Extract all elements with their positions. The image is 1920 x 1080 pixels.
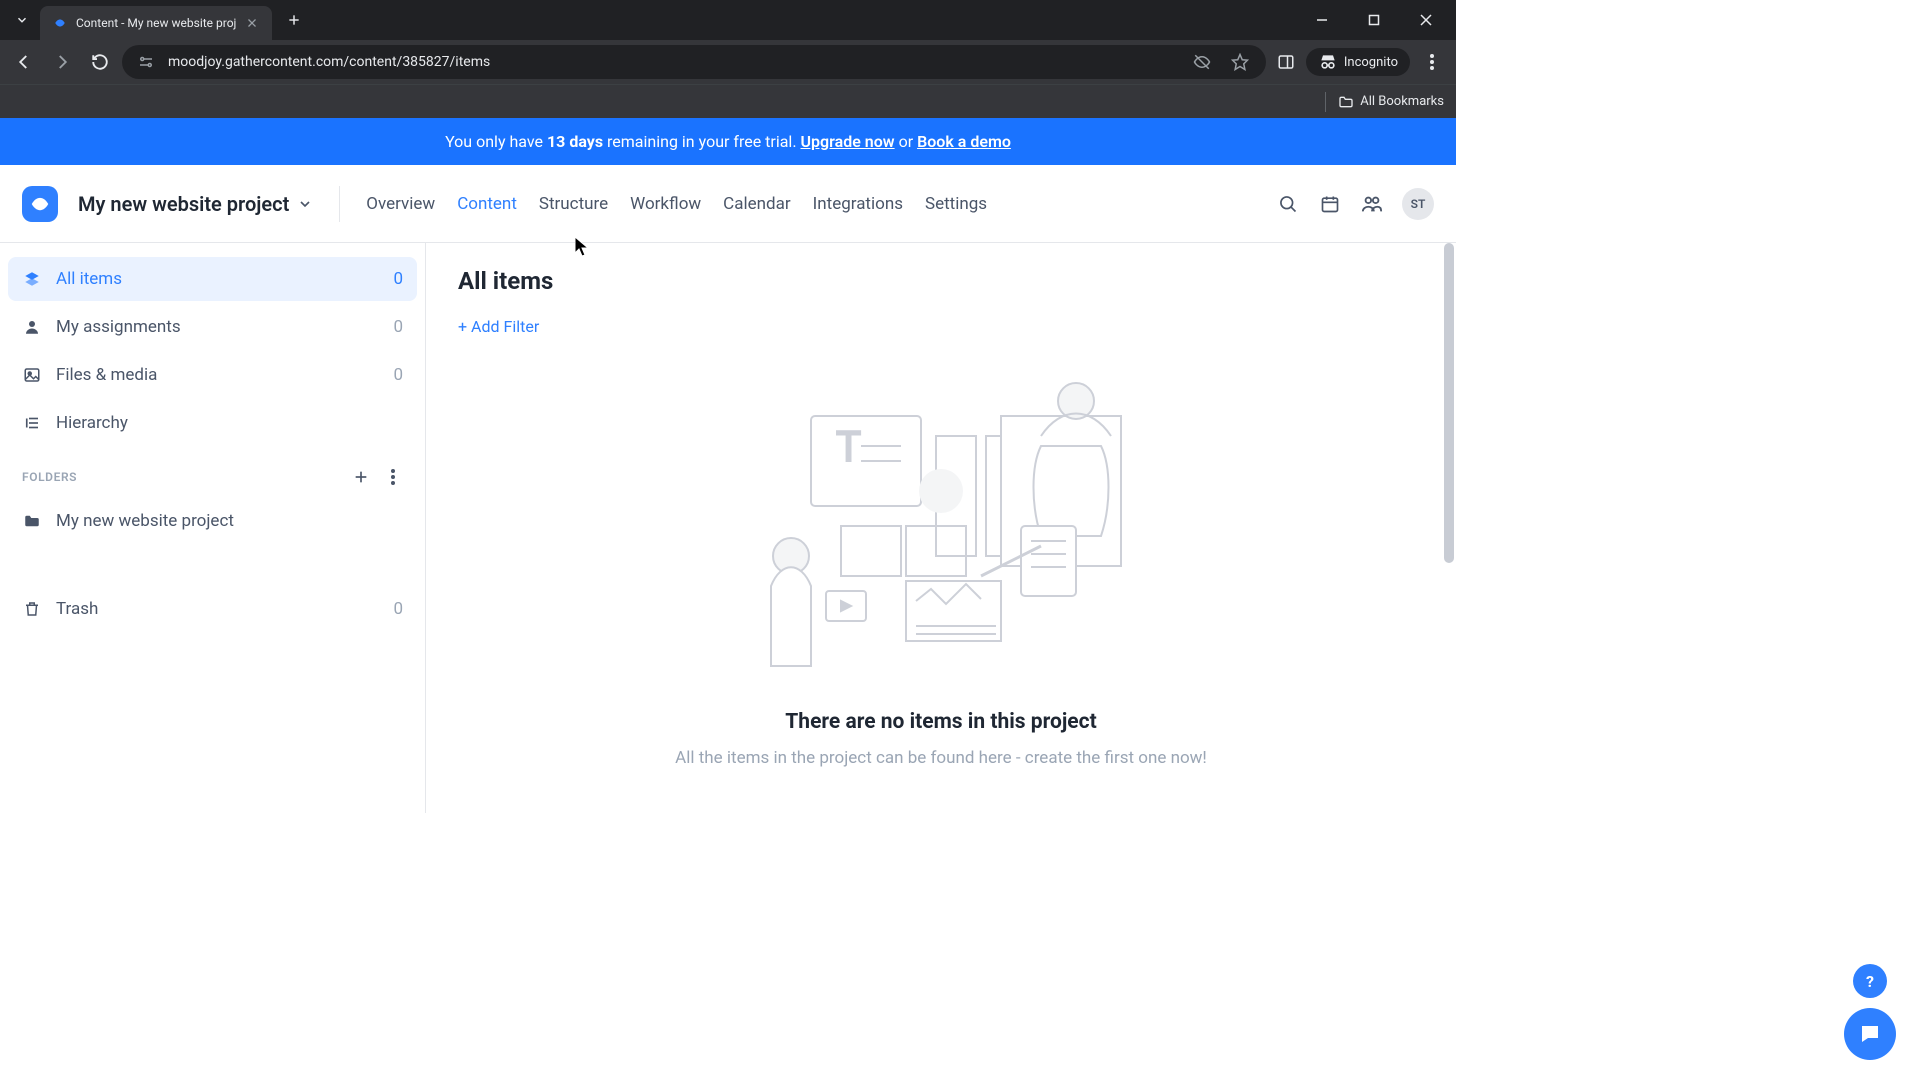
empty-state-title: There are no items in this project <box>785 710 1096 734</box>
folders-label: FOLDERS <box>22 470 77 484</box>
sidebar-item-count: 0 <box>393 269 403 289</box>
sidebar-trash-count: 0 <box>393 599 403 619</box>
nav-tabs: Overview Content Structure Workflow Cale… <box>366 194 987 214</box>
close-icon[interactable] <box>244 15 260 31</box>
sidebar-folders-header: FOLDERS <box>8 449 417 495</box>
tabs-dropdown[interactable] <box>8 6 36 34</box>
tab-bar: Content - My new website proj <box>0 0 1456 40</box>
url-text: moodjoy.gathercontent.com/content/385827… <box>168 54 1178 70</box>
tab-workflow[interactable]: Workflow <box>630 194 701 214</box>
search-icon[interactable] <box>1276 192 1300 216</box>
folder-icon <box>1338 94 1354 110</box>
header-divider <box>339 186 340 222</box>
browser-menu-button[interactable] <box>1416 46 1448 78</box>
sidebar: All items 0 My assignments 0 Files & med… <box>0 243 426 813</box>
incognito-icon <box>1318 52 1338 72</box>
eye-off-icon[interactable] <box>1188 48 1216 76</box>
header-actions: ST <box>1276 188 1434 220</box>
browser-tab[interactable]: Content - My new website proj <box>40 6 272 40</box>
help-fab-group: ? <box>1844 964 1896 1060</box>
people-icon[interactable] <box>1360 192 1384 216</box>
address-bar-row: moodjoy.gathercontent.com/content/385827… <box>0 40 1456 84</box>
window-controls <box>1300 4 1448 36</box>
app-header: My new website project Overview Content … <box>0 165 1456 243</box>
site-info-icon[interactable] <box>134 50 158 74</box>
sidebar-item-files-media[interactable]: Files & media 0 <box>8 353 417 397</box>
tab-favicon-icon <box>52 15 68 31</box>
app-body: All items 0 My assignments 0 Files & med… <box>0 243 1456 813</box>
sidebar-item-count: 0 <box>393 365 403 385</box>
sidebar-item-label: Hierarchy <box>56 413 128 433</box>
banner-days: 13 days <box>547 132 603 151</box>
add-filter-button[interactable]: + Add Filter <box>458 317 539 336</box>
svg-text:T: T <box>836 423 861 472</box>
sidebar-item-all-items[interactable]: All items 0 <box>8 257 417 301</box>
banner-middle: remaining in your free trial. <box>603 132 800 151</box>
add-folder-button[interactable] <box>351 467 371 487</box>
image-icon <box>22 365 42 385</box>
tab-calendar[interactable]: Calendar <box>723 194 790 214</box>
empty-state-illustration: T <box>741 376 1141 686</box>
folder-menu-button[interactable] <box>383 467 403 487</box>
bookmark-star-icon[interactable] <box>1226 48 1254 76</box>
user-avatar[interactable]: ST <box>1402 188 1434 220</box>
back-button[interactable] <box>8 46 40 78</box>
sidebar-item-trash[interactable]: Trash 0 <box>8 587 417 631</box>
new-tab-button[interactable] <box>280 6 308 34</box>
forward-button[interactable] <box>46 46 78 78</box>
app-logo[interactable] <box>22 186 58 222</box>
bookmarks-divider <box>1325 92 1326 112</box>
person-icon <box>22 317 42 337</box>
sidebar-item-label: Files & media <box>56 365 157 385</box>
sidebar-item-label: All items <box>56 269 122 289</box>
banner-or: or <box>895 132 917 151</box>
incognito-label: Incognito <box>1344 55 1398 70</box>
sidebar-item-label: My assignments <box>56 317 181 337</box>
book-demo-link[interactable]: Book a demo <box>917 132 1011 151</box>
sidebar-item-count: 0 <box>393 317 403 337</box>
trial-banner: You only have 13 days remaining in your … <box>0 118 1456 165</box>
sidebar-folder-item[interactable]: My new website project <box>8 499 417 543</box>
address-bar[interactable]: moodjoy.gathercontent.com/content/385827… <box>122 45 1266 79</box>
incognito-indicator[interactable]: Incognito <box>1306 48 1410 76</box>
scrollbar-thumb[interactable] <box>1444 243 1454 563</box>
main-content: All items + Add Filter T <box>426 243 1456 813</box>
stack-icon <box>22 269 42 289</box>
empty-state-subtitle: All the items in the project can be foun… <box>675 748 1207 768</box>
reload-button[interactable] <box>84 46 116 78</box>
hierarchy-icon <box>22 413 42 433</box>
project-name: My new website project <box>78 192 289 216</box>
tab-integrations[interactable]: Integrations <box>813 194 903 214</box>
tab-settings[interactable]: Settings <box>925 194 987 214</box>
minimize-button[interactable] <box>1300 4 1344 36</box>
maximize-button[interactable] <box>1352 4 1396 36</box>
sidebar-item-hierarchy[interactable]: Hierarchy <box>8 401 417 445</box>
calendar-icon[interactable] <box>1318 192 1342 216</box>
tab-overview[interactable]: Overview <box>366 194 435 214</box>
tab-structure[interactable]: Structure <box>539 194 608 214</box>
tab-title: Content - My new website proj <box>76 16 236 30</box>
empty-state: T There <box>458 376 1424 768</box>
trash-icon <box>22 599 42 619</box>
all-bookmarks-button[interactable]: All Bookmarks <box>1338 94 1444 110</box>
tab-content[interactable]: Content <box>457 194 517 214</box>
chevron-down-icon <box>297 196 313 212</box>
bookmarks-bar: All Bookmarks <box>0 84 1456 118</box>
scrollbar[interactable] <box>1442 243 1456 813</box>
side-panel-icon[interactable] <box>1272 48 1300 76</box>
folder-icon <box>22 511 42 531</box>
help-button[interactable]: ? <box>1853 964 1887 998</box>
upgrade-link[interactable]: Upgrade now <box>801 132 895 151</box>
project-selector[interactable]: My new website project <box>78 192 313 216</box>
banner-prefix: You only have <box>445 132 547 151</box>
sidebar-item-my-assignments[interactable]: My assignments 0 <box>8 305 417 349</box>
sidebar-folder-label: My new website project <box>56 511 234 531</box>
all-bookmarks-label: All Bookmarks <box>1360 94 1444 109</box>
chat-button[interactable] <box>1844 1008 1896 1060</box>
sidebar-trash-label: Trash <box>56 599 98 619</box>
page-title: All items <box>458 267 1424 295</box>
browser-chrome: Content - My new website proj moodjoy.ga… <box>0 0 1456 118</box>
close-window-button[interactable] <box>1404 4 1448 36</box>
